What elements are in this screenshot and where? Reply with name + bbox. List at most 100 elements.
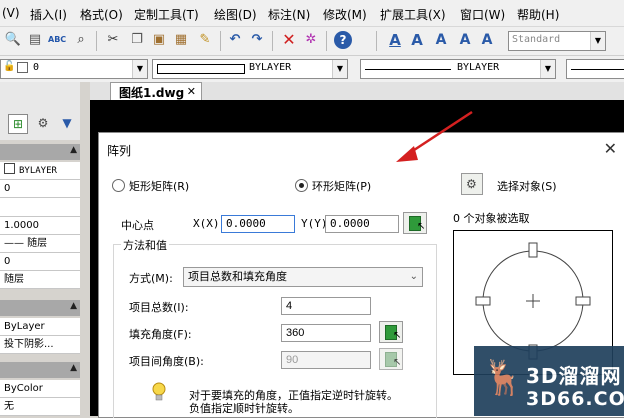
lock-icon: 🔓 [3,61,16,72]
standard-toolbar: 🔍 ▤ ABC ⌕ ✂ ❐ ▣ ▦ ✎ ↶ ↷ ✕ ✲ ? A A A A A … [0,27,624,56]
menu-dimension[interactable]: 标注(N) [268,6,310,23]
fill-angle-label: 填充角度(F): [129,328,192,341]
add-selection-icon[interactable]: ⊞ [8,114,28,134]
angle-between-label: 项目间角度(B): [129,355,204,368]
properties-toolbar: 🔓 0 ▼ BYLAYER ▼ BYLAYER ▼ [0,56,624,83]
select-objects-button[interactable]: ⚙ [461,173,483,195]
document-tabs: 图纸1.dwg ✕ [90,82,624,100]
collapse-icon: ▲ [70,145,77,155]
redo-icon[interactable]: ↷ [248,31,266,49]
panel-section-3d[interactable]: ▲ [0,300,80,316]
menu-help[interactable]: 帮助(H) [517,6,559,23]
help-icon[interactable]: ? [334,31,352,49]
prop-linetype-scale-row[interactable]: 1.0000 [0,217,80,235]
menu-modify[interactable]: 修改(M) [323,6,367,23]
cut-icon[interactable]: ✂ [104,31,122,49]
filter-icon[interactable]: ▼ [58,114,76,132]
rectangular-array-label[interactable]: 矩形矩阵(R) [129,178,189,194]
text-style-icon[interactable]: A [386,31,404,49]
prop-plot-row[interactable]: 无 [0,398,80,416]
prop-plotstyle-row[interactable]: 随层 [0,271,80,289]
single-line-text-icon[interactable]: A [432,31,450,49]
copy-icon[interactable]: ❐ [128,31,146,49]
chevron-down-icon: ▼ [540,60,555,78]
paste-special-icon[interactable]: ▦ [172,31,190,49]
chevron-down-icon: ▼ [132,60,147,78]
method-label: 方式(M): [129,272,173,285]
center-x-input[interactable] [221,215,295,233]
prop-layer-row[interactable]: 0 [0,180,80,198]
menu-custom-tools[interactable]: 定制工具(T) [134,6,199,23]
prop-color-row[interactable]: BYLAYER [0,162,80,180]
prop-material-row[interactable]: ByLayer [0,318,80,336]
polar-array-label[interactable]: 环形矩阵(P) [312,178,371,194]
undo-icon[interactable]: ↶ [226,31,244,49]
text-find-icon[interactable]: A [478,31,496,49]
match-properties-icon[interactable]: ✎ [196,31,214,49]
method-select[interactable]: 项目总数和填充角度 ⌄ [183,267,423,287]
menu-view[interactable]: (V) [2,6,20,20]
chevron-down-icon: ⌄ [409,271,418,282]
prop-transparency-row[interactable]: 0 [0,253,80,271]
text-edit-icon[interactable]: A [456,31,474,49]
prop-plotstyle-table-row[interactable]: ByColor [0,380,80,398]
cursor-icon: ↖ [393,330,402,341]
dialog-title: 阵列 [107,144,132,158]
x-label: X(X) [193,217,220,230]
close-icon[interactable]: ✕ [187,85,196,98]
select-objects-icon: ⚙ [466,177,477,191]
panel-section-plot[interactable]: ▲ [0,362,80,378]
menu-insert[interactable]: 插入(I) [30,6,67,23]
search-doc-icon[interactable]: 🔍 [4,31,22,49]
center-y-input[interactable] [325,215,399,233]
properties-panel: ⊞ ⚙ ▼ ▲ BYLAYER 0 1.0000 —— 随层 0 随层 ▲ By… [0,82,90,416]
annotation-arrow [396,110,473,162]
layer-select[interactable]: 🔓 0 ▼ [0,59,148,79]
polar-array-radio[interactable] [295,179,308,192]
chevron-down-icon: ▼ [332,60,347,78]
menu-draw[interactable]: 绘图(D) [214,6,257,23]
pick-angle-between-button: ↖ [379,348,403,370]
collapse-icon: ▲ [70,301,77,311]
prop-shadow-row[interactable]: 投下阴影... [0,336,80,354]
multiline-text-icon[interactable]: A [408,31,426,49]
cursor-icon: ↖ [417,221,426,232]
menu-format[interactable]: 格式(O) [80,6,123,23]
pick-fill-angle-button[interactable]: ↖ [379,321,403,343]
prop-lineweight-row[interactable]: —— 随层 [0,235,80,253]
angle-between-input [281,351,371,369]
explode-icon[interactable]: ✲ [302,31,320,49]
total-items-label: 项目总数(I): [129,301,189,314]
fill-angle-input[interactable] [281,324,371,342]
center-point-label: 中心点 [121,219,154,232]
tab-drawing1[interactable]: 图纸1.dwg ✕ [110,82,202,100]
prop-linetype-row[interactable] [0,198,80,217]
method-group-label: 方法和值 [121,237,169,253]
erase-icon[interactable]: ✕ [280,31,298,49]
spellcheck-icon[interactable]: ABC [48,31,66,49]
panel-section-general[interactable]: ▲ [0,144,80,160]
text-style-select[interactable]: Standard ▼ [508,31,606,51]
collapse-icon: ▲ [70,363,77,373]
watermark-logo: 🦌 3D溜溜网 3D66.COM [474,346,624,416]
hint-line-2: 负值指定顺时针旋转。 [189,402,299,415]
y-label: Y(Y) [301,217,328,230]
cursor-icon: ↖ [393,357,402,368]
rectangular-array-radio[interactable] [112,179,125,192]
pick-center-button[interactable]: ↖ [403,212,427,234]
lineweight-select[interactable] [566,59,624,79]
menu-bar: (V) 插入(I) 格式(O) 定制工具(T) 绘图(D) 标注(N) 修改(M… [0,0,624,27]
find-icon[interactable]: ⌕ [72,31,90,49]
menu-extension-tools[interactable]: 扩展工具(X) [380,6,446,23]
total-items-input[interactable] [281,297,371,315]
close-icon[interactable]: ✕ [604,139,617,158]
lightbulb-icon [152,382,166,401]
linetype-select[interactable]: BYLAYER ▼ [360,59,556,79]
chevron-down-icon: ▼ [590,32,605,50]
print-preview-icon[interactable]: ▤ [26,31,44,49]
menu-window[interactable]: 窗口(W) [460,6,505,23]
color-select[interactable]: BYLAYER ▼ [152,59,348,79]
paste-icon[interactable]: ▣ [150,31,168,49]
quick-select-icon[interactable]: ⚙ [34,114,52,132]
deer-icon: 🦌 [482,358,525,398]
